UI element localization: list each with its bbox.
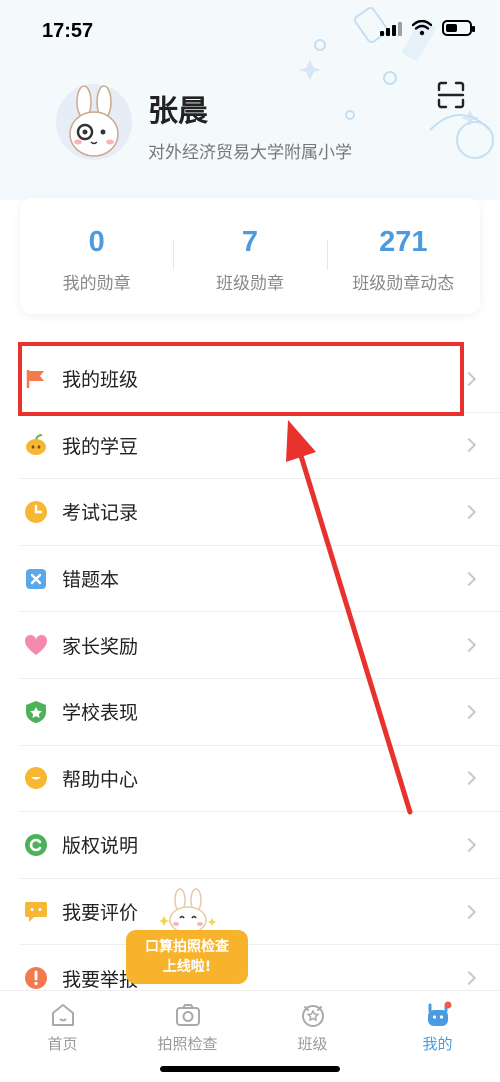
tab-label: 拍照检查: [157, 1035, 218, 1053]
camera-icon: [175, 1004, 200, 1026]
promo-line1: 口算拍照检查: [145, 939, 229, 955]
mascot-icon: [160, 888, 216, 934]
home-icon: [51, 1004, 74, 1026]
tab-mine[interactable]: 我的: [375, 991, 500, 1082]
tab-home[interactable]: 首页: [0, 991, 125, 1082]
promo-line2: 上线啦!: [162, 959, 212, 975]
tab-label: 班级: [297, 1035, 328, 1053]
home-indicator: [160, 1066, 340, 1072]
red-arrow-annotation: [286, 420, 413, 815]
class-icon: [301, 1005, 324, 1027]
promo-bubble[interactable]: 口算拍照检查 上线啦!: [126, 930, 248, 984]
tab-label: 我的: [422, 1035, 453, 1053]
tab-label: 首页: [47, 1035, 78, 1053]
profile-icon: [427, 1001, 451, 1026]
